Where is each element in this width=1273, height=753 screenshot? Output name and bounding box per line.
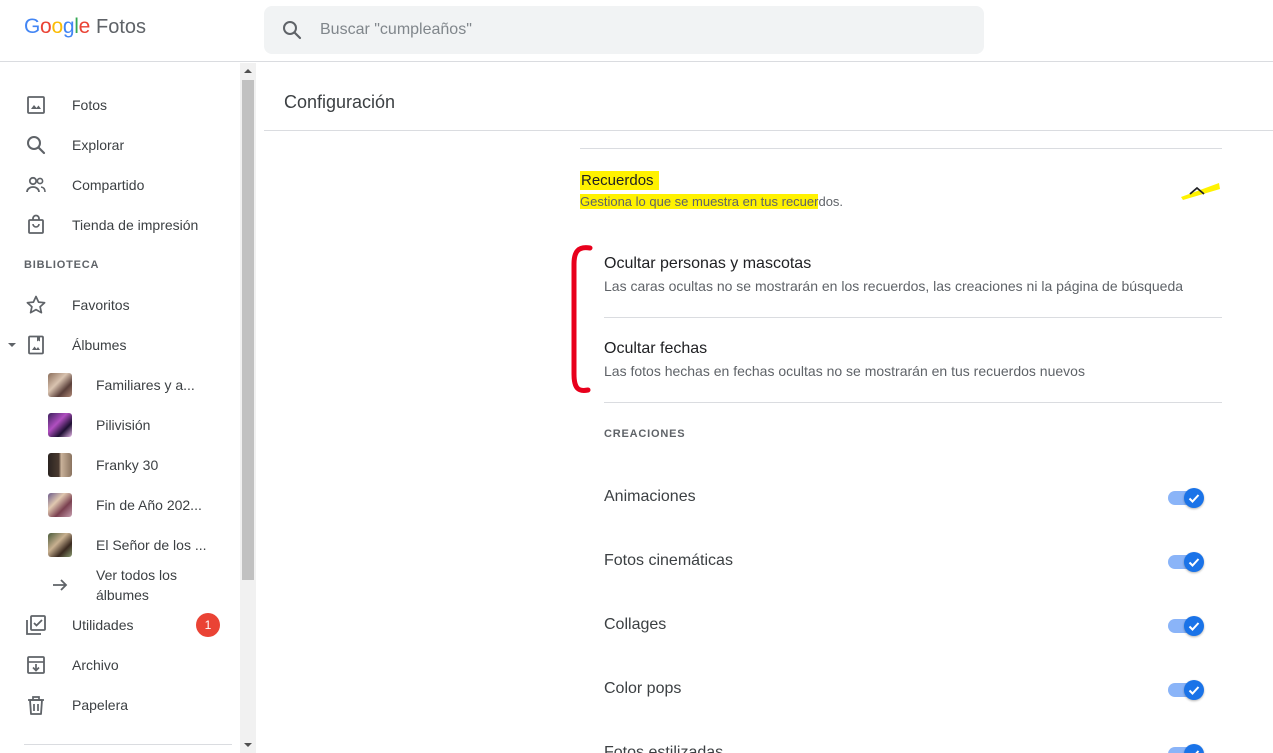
option-title: Ocultar personas y mascotas <box>604 255 812 272</box>
sidebar-item-label: Favoritos <box>72 297 130 313</box>
toggle-row-cinematic: Fotos cinemáticas <box>604 542 1224 582</box>
google-photos-logo[interactable]: Google Fotos <box>24 15 146 45</box>
album-thumbnail <box>48 373 72 397</box>
sidebar-item-explore[interactable]: Explorar <box>0 125 240 165</box>
star-icon <box>26 295 46 314</box>
sidebar-item-label: Compartido <box>72 177 145 193</box>
toggle-label: Animaciones <box>604 488 696 505</box>
toggle-row-color-pops: Color pops <box>604 670 1224 710</box>
red-bracket-annotation <box>571 245 593 393</box>
toggle-row-collages: Collages <box>604 606 1224 646</box>
see-all-label-line2: álbumes <box>96 587 149 603</box>
collages-toggle[interactable] <box>1166 616 1206 636</box>
album-thumbnail <box>48 493 72 517</box>
toggle-label: Collages <box>604 616 667 633</box>
sidebar-item-label: Papelera <box>72 697 129 713</box>
album-icon <box>28 335 44 355</box>
sidebar-item-albums[interactable]: Álbumes <box>0 325 240 365</box>
toggle-label: Fotos estilizadas <box>604 744 724 753</box>
sidebar-item-favorites[interactable]: Favoritos <box>0 285 240 325</box>
people-icon <box>26 176 46 193</box>
animations-toggle[interactable] <box>1166 488 1206 508</box>
color-pops-toggle[interactable] <box>1166 680 1206 700</box>
sidebar: Fotos Explorar Compartido Tienda de impr… <box>0 63 240 753</box>
notification-badge: 1 <box>196 613 220 637</box>
search-icon <box>27 136 46 155</box>
check-icon <box>1184 488 1204 508</box>
photo-icon <box>27 96 45 114</box>
sidebar-item-label: Explorar <box>72 137 125 153</box>
section-divider <box>580 148 1222 149</box>
album-thumbnail <box>48 413 72 437</box>
page-title: Configuración <box>284 92 396 112</box>
album-label: El Señor de los ... <box>96 537 207 553</box>
sidebar-item-label: Tienda de impresión <box>72 217 199 233</box>
logo-product-text: Fotos <box>95 16 147 38</box>
sidebar-item-label: Álbumes <box>72 337 127 353</box>
album-label: Pilivisión <box>96 417 151 433</box>
header-divider <box>264 130 1273 131</box>
archive-icon <box>27 656 45 674</box>
option-divider <box>604 402 1222 403</box>
album-item[interactable]: El Señor de los ... <box>0 525 240 565</box>
see-all-albums-link[interactable]: Ver todos los álbumes <box>0 565 240 609</box>
sidebar-item-trash[interactable]: Papelera <box>0 685 240 725</box>
album-label: Familiares y a... <box>96 377 195 393</box>
scroll-down-arrow-icon[interactable] <box>242 740 254 750</box>
creations-section-label: CREACIONES <box>604 428 686 440</box>
caret-down-icon[interactable] <box>6 339 18 351</box>
check-icon <box>1184 616 1204 636</box>
check-icon <box>1184 552 1204 572</box>
shopping-bag-icon <box>28 214 44 234</box>
sidebar-item-print-store[interactable]: Tienda de impresión <box>0 205 240 245</box>
album-thumbnail <box>48 533 72 557</box>
sidebar-scrollbar-thumb[interactable] <box>242 80 254 580</box>
arrow-right-icon <box>53 579 68 591</box>
top-bar: Google Fotos <box>0 0 1273 62</box>
sidebar-item-shared[interactable]: Compartido <box>0 165 240 205</box>
search-input[interactable] <box>320 6 960 54</box>
memories-subtitle: Gestiona lo que se muestra en tus recuer… <box>580 194 843 209</box>
memories-subtitle-highlighted: Gestiona lo que se muestra en tus recuer <box>580 194 819 209</box>
cinematic-photos-toggle[interactable] <box>1166 552 1206 572</box>
toggle-row-animations: Animaciones <box>604 478 1224 518</box>
option-divider <box>604 317 1222 318</box>
search-icon[interactable] <box>280 18 304 42</box>
album-item[interactable]: Familiares y a... <box>0 365 240 405</box>
sidebar-item-utilities[interactable]: Utilidades 1 <box>0 605 240 645</box>
toggle-label: Fotos cinemáticas <box>604 552 733 569</box>
album-item[interactable]: Franky 30 <box>0 445 240 485</box>
library-section-label: BIBLIOTECA <box>24 259 100 271</box>
memories-subtitle-rest: dos. <box>818 194 844 209</box>
chevron-up-icon[interactable] <box>1180 180 1220 200</box>
check-icon <box>1184 744 1204 753</box>
utilities-icon <box>26 615 46 635</box>
sidebar-item-archive[interactable]: Archivo <box>0 645 240 685</box>
toggle-label: Color pops <box>604 680 682 697</box>
album-item[interactable]: Pilivisión <box>0 405 240 445</box>
option-title: Ocultar fechas <box>604 340 708 357</box>
album-thumbnail <box>48 453 72 477</box>
sidebar-item-photos[interactable]: Fotos <box>0 85 240 125</box>
sidebar-divider <box>24 744 232 745</box>
toggle-row-stylized: Fotos estilizadas <box>604 734 1224 753</box>
sidebar-item-label: Utilidades <box>72 617 134 633</box>
logo-google-text: Google <box>24 15 90 38</box>
scroll-up-arrow-icon[interactable] <box>242 66 254 76</box>
sidebar-item-label: Fotos <box>72 97 108 113</box>
check-icon <box>1184 680 1204 700</box>
memories-title: Recuerdos <box>580 171 659 190</box>
option-subtitle: Las caras ocultas no se mostrarán en los… <box>604 278 1184 294</box>
album-label: Fin de Año 202... <box>96 497 202 513</box>
option-subtitle: Las fotos hechas en fechas ocultas no se… <box>604 363 1085 379</box>
trash-icon <box>28 696 44 715</box>
stylized-photos-toggle[interactable] <box>1166 744 1206 753</box>
album-label: Franky 30 <box>96 457 159 473</box>
sidebar-item-label: Archivo <box>72 657 119 673</box>
album-item[interactable]: Fin de Año 202... <box>0 485 240 525</box>
see-all-label-line1: Ver todos los <box>96 567 177 583</box>
search-bar[interactable] <box>264 6 984 54</box>
